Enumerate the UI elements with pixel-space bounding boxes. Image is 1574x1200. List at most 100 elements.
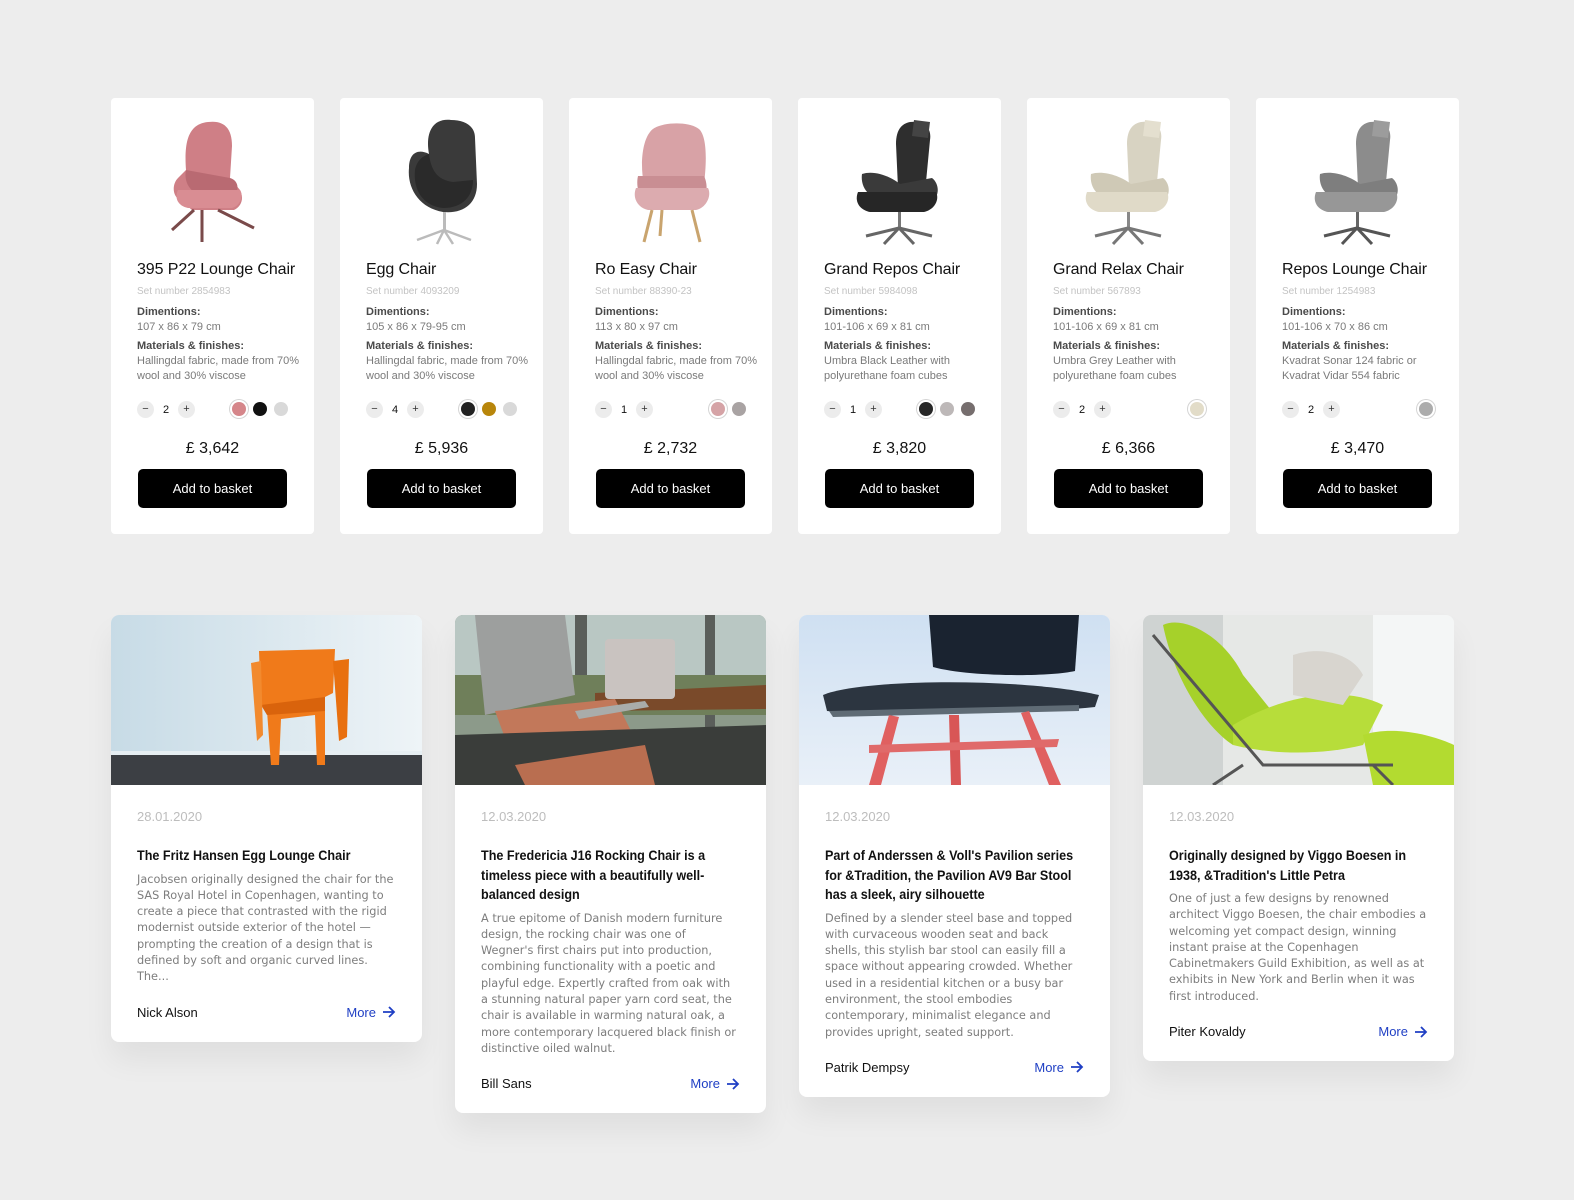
decrease-button[interactable]: − xyxy=(595,401,612,418)
color-swatch[interactable] xyxy=(1419,402,1433,416)
product-name[interactable]: Egg Chair xyxy=(366,261,436,279)
product-price: £ 3,820 xyxy=(872,440,927,457)
product-image[interactable] xyxy=(798,116,1001,246)
more-link[interactable]: More xyxy=(1034,1060,1084,1075)
post-date: 12.03.2020 xyxy=(1169,809,1235,824)
color-swatch[interactable] xyxy=(253,402,267,416)
product-price: £ 6,366 xyxy=(1101,440,1156,457)
materials-value: Hallingdal fabric, made from 70% wool an… xyxy=(595,355,758,382)
increase-button[interactable]: + xyxy=(865,401,882,418)
add-to-basket-button[interactable]: Add to basket xyxy=(1283,469,1432,508)
quantity-value: 4 xyxy=(391,403,399,416)
product-name[interactable]: Grand Repos Chair xyxy=(824,261,960,279)
post-date: 28.01.2020 xyxy=(137,809,203,824)
arrow-right-icon xyxy=(1071,1061,1084,1074)
color-swatch[interactable] xyxy=(232,402,246,416)
more-link[interactable]: More xyxy=(1378,1024,1428,1039)
post-title[interactable]: The Fredericia J16 Rocking Chair is a ti… xyxy=(481,846,742,905)
increase-button[interactable]: + xyxy=(178,401,195,418)
post-date: 12.03.2020 xyxy=(481,809,547,824)
product-name[interactable]: 395 P22 Lounge Chair xyxy=(137,261,295,279)
quantity-stepper: − 2 + xyxy=(137,401,195,418)
product-image[interactable] xyxy=(1027,116,1230,246)
increase-button[interactable]: + xyxy=(407,401,424,418)
more-link[interactable]: More xyxy=(346,1005,396,1020)
product-image[interactable] xyxy=(340,116,543,246)
post-title[interactable]: Part of Anderssen & Voll's Pavilion seri… xyxy=(825,846,1086,905)
dimensions-label: Dimentions: xyxy=(1282,306,1346,318)
blog-photo[interactable] xyxy=(1143,615,1454,785)
increase-button[interactable]: + xyxy=(636,401,653,418)
set-number: Set number 88390-23 xyxy=(595,286,692,297)
quantity-stepper: − 2 + xyxy=(1053,401,1111,418)
dimensions-label: Dimentions: xyxy=(824,306,888,318)
product-name[interactable]: Grand Relax Chair xyxy=(1053,261,1184,279)
blog-card: 28.01.2020 The Fritz Hansen Egg Lounge C… xyxy=(111,615,422,1042)
post-excerpt: Defined by a slender steel base and topp… xyxy=(825,911,1073,1039)
product-card: Egg Chair Set number 4093209 Dimentions:… xyxy=(340,98,543,534)
decrease-button[interactable]: − xyxy=(1053,401,1070,418)
materials-value: Hallingdal fabric, made from 70% wool an… xyxy=(137,355,300,382)
set-number: Set number 567893 xyxy=(1053,286,1141,297)
product-grid: 395 P22 Lounge Chair Set number 2854983 … xyxy=(111,98,1459,534)
post-author: Patrik Dempsy xyxy=(825,1059,910,1075)
quantity-value: 1 xyxy=(849,403,857,416)
add-to-basket-button[interactable]: Add to basket xyxy=(138,469,287,508)
materials-label: Materials & finishes: xyxy=(1282,340,1389,352)
materials-label: Materials & finishes: xyxy=(366,340,473,352)
blog-card: 12.03.2020 Originally designed by Viggo … xyxy=(1143,615,1454,1062)
color-swatch[interactable] xyxy=(1190,402,1204,416)
color-swatches xyxy=(1190,402,1204,416)
increase-button[interactable]: + xyxy=(1094,401,1111,418)
set-number: Set number 1254983 xyxy=(1282,286,1376,297)
increase-button[interactable]: + xyxy=(1323,401,1340,418)
color-swatch[interactable] xyxy=(711,402,725,416)
product-image[interactable] xyxy=(569,116,772,246)
dimensions-value: 107 x 86 x 79 cm xyxy=(137,321,221,333)
set-number: Set number 4093209 xyxy=(366,286,460,297)
more-label: More xyxy=(690,1076,720,1092)
color-swatch[interactable] xyxy=(919,402,933,416)
quantity-value: 2 xyxy=(1078,403,1086,416)
product-name[interactable]: Ro Easy Chair xyxy=(595,261,697,279)
add-to-basket-button[interactable]: Add to basket xyxy=(1054,469,1203,508)
decrease-button[interactable]: − xyxy=(366,401,383,418)
more-label: More xyxy=(1378,1024,1408,1040)
quantity-value: 1 xyxy=(620,403,628,416)
materials-label: Materials & finishes: xyxy=(595,340,702,352)
add-to-basket-button[interactable]: Add to basket xyxy=(825,469,974,508)
product-image[interactable] xyxy=(1256,116,1459,246)
decrease-button[interactable]: − xyxy=(137,401,154,418)
dimensions-value: 113 x 80 x 97 cm xyxy=(595,321,678,333)
product-name[interactable]: Repos Lounge Chair xyxy=(1282,261,1427,279)
add-to-basket-button[interactable]: Add to basket xyxy=(596,469,745,508)
more-link[interactable]: More xyxy=(690,1076,740,1091)
quantity-stepper: − 1 + xyxy=(595,401,653,418)
blog-photo[interactable] xyxy=(799,615,1110,785)
color-swatches xyxy=(461,402,517,416)
color-swatch[interactable] xyxy=(503,402,517,416)
post-title[interactable]: Originally designed by Viggo Boesen in 1… xyxy=(1169,846,1430,885)
arrow-right-icon xyxy=(727,1078,740,1090)
post-excerpt: A true epitome of Danish modern furnitur… xyxy=(481,911,736,1055)
color-swatch[interactable] xyxy=(274,402,288,416)
color-swatch[interactable] xyxy=(482,402,496,416)
product-price: £ 3,642 xyxy=(185,440,240,457)
product-image[interactable] xyxy=(111,116,314,246)
product-card: Repos Lounge Chair Set number 1254983 Di… xyxy=(1256,98,1459,534)
blog-photo[interactable] xyxy=(455,615,766,785)
color-swatch[interactable] xyxy=(961,402,975,416)
color-swatch[interactable] xyxy=(461,402,475,416)
post-title[interactable]: The Fritz Hansen Egg Lounge Chair xyxy=(137,846,398,866)
color-swatches xyxy=(919,402,975,416)
decrease-button[interactable]: − xyxy=(824,401,841,418)
color-swatch[interactable] xyxy=(940,402,954,416)
color-swatch[interactable] xyxy=(732,402,746,416)
add-to-basket-button[interactable]: Add to basket xyxy=(367,469,516,508)
blog-photo[interactable] xyxy=(111,615,422,785)
post-excerpt: Jacobsen originally designed the chair f… xyxy=(137,872,394,984)
decrease-button[interactable]: − xyxy=(1282,401,1299,418)
dimensions-label: Dimentions: xyxy=(366,306,430,318)
color-swatches xyxy=(711,402,746,416)
color-swatches xyxy=(1419,402,1433,416)
